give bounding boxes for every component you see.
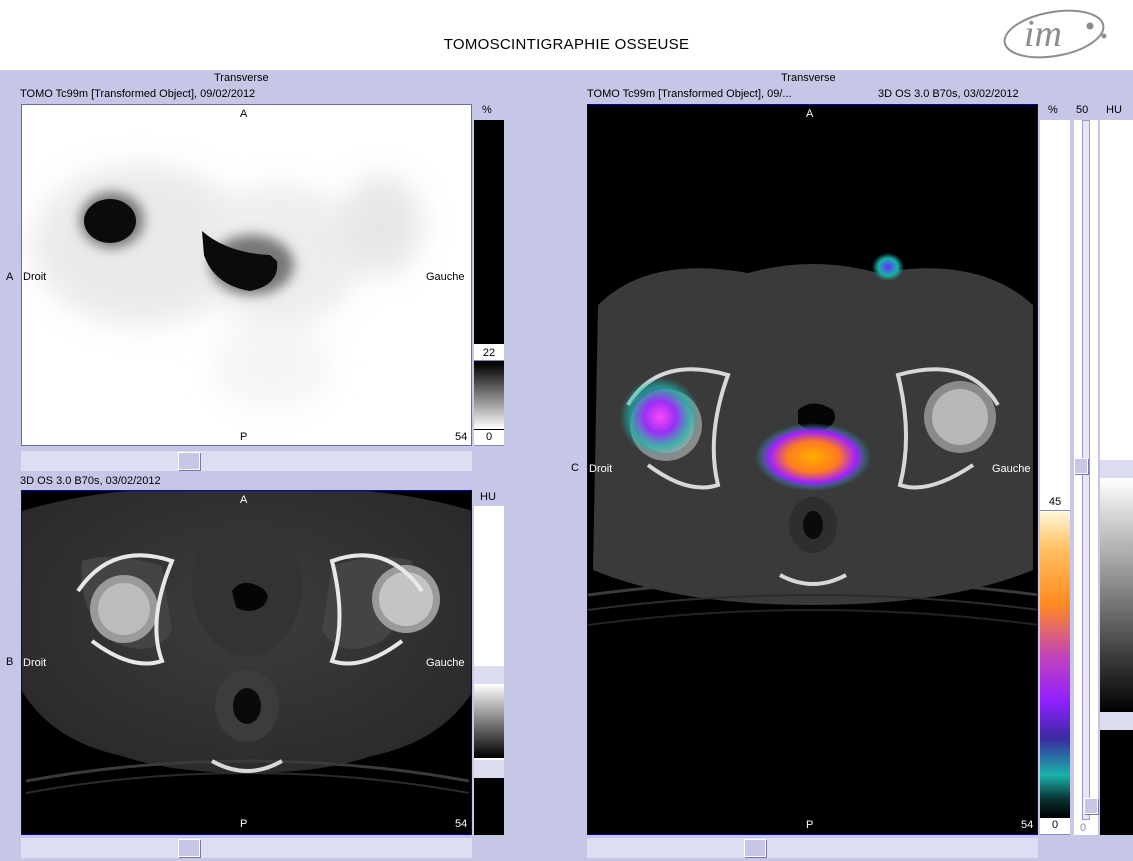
spect-image	[32, 165, 422, 410]
panel-c-pct-max[interactable]: 45	[1040, 495, 1070, 511]
panel-c-pct-min[interactable]: 0	[1040, 818, 1070, 835]
ct-image	[22, 491, 471, 794]
panel-a-orient-bottom: P	[240, 431, 248, 443]
svg-text:im: im	[1024, 13, 1062, 55]
report-title: TOMOSCINTIGRAPHIE OSSEUSE	[443, 36, 690, 53]
panel-b-series-info: 3D OS 3.0 B70s, 03/02/2012	[20, 475, 161, 487]
panel-b-row-label: B	[6, 656, 14, 668]
panel-c-fusion-top: 50	[1076, 104, 1089, 116]
panel-a-series-info: TOMO Tc99m [Transformed Object], 09/02/2…	[20, 88, 256, 100]
panel-c-scroll-thumb[interactable]	[744, 839, 766, 857]
panel-a-scale-max[interactable]: 22	[474, 346, 504, 361]
panel-a-slice-scrollbar[interactable]	[21, 451, 472, 471]
panel-c-series-right: 3D OS 3.0 B70s, 03/02/2012	[878, 88, 1019, 100]
panel-c-fusion-thumb-bottom[interactable]	[1084, 798, 1098, 814]
panel-b-ct-viewport[interactable]: A P Droit Gauche 54	[21, 490, 472, 835]
panel-b-scroll-thumb[interactable]	[178, 839, 200, 857]
panel-c-pct-unit: %	[1048, 104, 1058, 116]
panel-c-slice-number: 54	[1021, 819, 1034, 831]
panel-c-orient-bottom: P	[806, 819, 814, 831]
panel-a-slice-number: 54	[455, 431, 468, 443]
panel-b-orient-bottom: P	[240, 818, 248, 830]
report-header: TOMOSCINTIGRAPHIE OSSEUSE im	[0, 0, 1133, 70]
panel-b-slice-scrollbar[interactable]	[21, 838, 472, 858]
panel-a-orient-left: Droit	[23, 271, 47, 283]
panel-c-series-left: TOMO Tc99m [Transformed Object], 09/...	[587, 88, 792, 100]
panel-c-fusion-thumb[interactable]	[1074, 458, 1088, 474]
panel-a-view-title: Transverse	[214, 72, 269, 84]
panel-c-orient-left: Droit	[589, 463, 613, 475]
viewer-workspace: Transverse TOMO Tc99m [Transformed Objec…	[0, 70, 1133, 861]
panel-c-orient-right: Gauche	[992, 463, 1031, 475]
panel-c-fusion-bottom: 0	[1080, 822, 1087, 834]
panel-b-hu-scale[interactable]	[474, 506, 504, 835]
panel-b-scale-unit: HU	[480, 491, 496, 503]
panel-b-orient-top: A	[240, 494, 248, 506]
panel-a-orient-top: A	[240, 108, 248, 120]
panel-a-color-scale[interactable]: 22 0	[474, 120, 504, 446]
panel-c-orient-top: A	[806, 108, 814, 120]
panel-c-hu-unit: HU	[1106, 104, 1122, 116]
panel-a-scale-min[interactable]: 0	[474, 430, 504, 446]
panel-c-hu-scale[interactable]	[1100, 120, 1133, 835]
panel-c-fusion-viewport[interactable]: A P Droit Gauche 54	[587, 104, 1038, 835]
panel-a-scroll-thumb[interactable]	[178, 452, 200, 470]
panel-a-scale-unit: %	[482, 104, 492, 116]
panel-a-spect-viewport[interactable]: A P Droit Gauche 54	[21, 104, 472, 446]
panel-c-pet-color-scale[interactable]: 45 0	[1040, 120, 1070, 835]
institution-logo: im	[1000, 4, 1112, 64]
panel-c-fusion-slider[interactable]	[1074, 120, 1098, 835]
panel-b-orient-right: Gauche	[426, 657, 465, 669]
panel-c-view-title: Transverse	[781, 72, 836, 84]
panel-c-slice-scrollbar[interactable]	[587, 838, 1038, 858]
fusion-image	[588, 253, 1037, 626]
panel-b-slice-number: 54	[455, 818, 468, 830]
panel-a-row-label: A	[6, 271, 14, 283]
panel-b-orient-left: Droit	[23, 657, 47, 669]
panel-c-row-label: C	[571, 462, 579, 474]
panel-a-orient-right: Gauche	[426, 271, 465, 283]
